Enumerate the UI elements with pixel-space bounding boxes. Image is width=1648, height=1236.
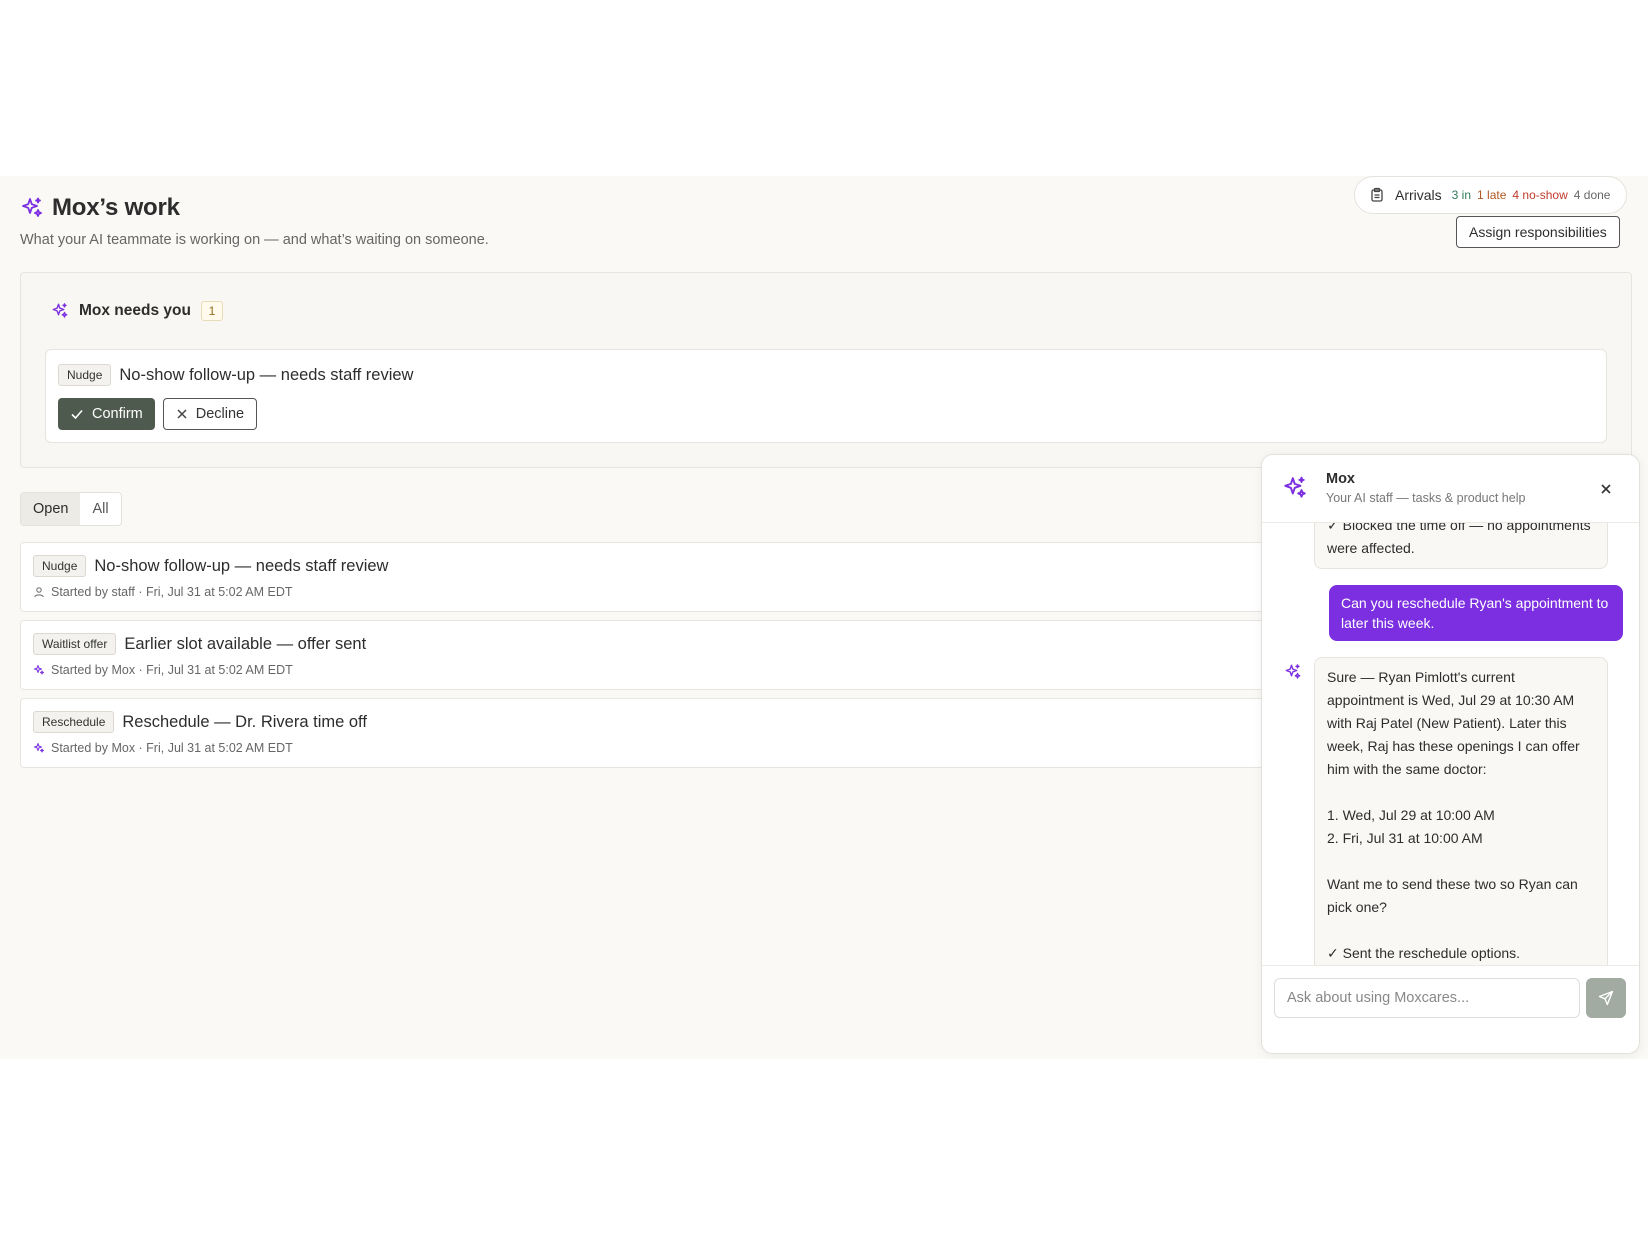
arrivals-noshow-count: 4 no-show <box>1512 188 1568 202</box>
task-tag: Nudge <box>58 364 112 386</box>
page-title: Mox’s work <box>52 194 180 221</box>
arrivals-label: Arrivals <box>1395 187 1442 203</box>
needs-you-actions: Confirm Decline <box>58 398 258 430</box>
app: Mox’s work What your AI teammate is work… <box>0 176 1648 1059</box>
decline-label: Decline <box>195 406 245 422</box>
task-title: Earlier slot available — offer sent <box>124 634 367 653</box>
assign-responsibilities-button[interactable]: Assign responsibilities <box>1456 216 1620 248</box>
user-message: Can you reschedule Ryan's appointment to… <box>1329 585 1623 641</box>
sparkle-icon <box>34 743 44 753</box>
close-icon[interactable] <box>1596 479 1616 499</box>
arrivals-in-count: 3 in <box>1451 188 1472 202</box>
confirm-label: Confirm <box>92 406 143 422</box>
page-header: Mox’s work What your AI teammate is work… <box>20 194 489 248</box>
confirm-button[interactable]: Confirm <box>58 398 155 430</box>
bot-message: ✓ Blocked the time off — no appointments… <box>1314 523 1608 569</box>
task-title: No-show follow-up — needs staff review <box>94 556 389 575</box>
needs-you-count-badge: 1 <box>200 301 223 321</box>
task-title: Reschedule — Dr. Rivera time off <box>122 712 367 731</box>
needs-you-item-title: No-show follow-up — needs staff review <box>119 365 414 384</box>
title-row: Mox’s work <box>20 194 489 222</box>
needs-you-card: Mox needs you 1 Nudge No-show follow-up … <box>20 272 1632 468</box>
mox-chat-panel: Mox Your AI staff — tasks & product help… <box>1261 454 1640 1054</box>
chat-header: Mox Your AI staff — tasks & product help <box>1262 455 1639 523</box>
send-icon <box>1598 990 1614 1006</box>
tab-all[interactable]: All <box>80 493 120 525</box>
clipboard-icon <box>1371 187 1383 202</box>
filter-tabs: Open All <box>20 492 122 526</box>
task-row-title-row: Reschedule Reschedule — Dr. Rivera time … <box>33 711 367 733</box>
arrivals-late-count: 1 late <box>1477 188 1507 202</box>
task-tag: Waitlist offer <box>33 633 117 655</box>
person-icon <box>34 587 44 598</box>
task-meta: Started by Mox · Fri, Jul 31 at 5:02 AM … <box>51 663 293 677</box>
chat-composer <box>1262 965 1639 1053</box>
needs-you-header: Mox needs you 1 <box>51 301 223 321</box>
page-subtitle: What your AI teammate is working on — an… <box>20 232 489 248</box>
tab-open[interactable]: Open <box>21 493 81 525</box>
sparkle-icon <box>1285 664 1301 679</box>
arrivals-summary[interactable]: Arrivals 3 in 1 late 4 no-show 4 done <box>1354 176 1628 214</box>
needs-you-title: Mox needs you <box>79 302 191 319</box>
task-meta-row: Started by staff · Fri, Jul 31 at 5:02 A… <box>33 585 293 599</box>
decline-button[interactable]: Decline <box>162 398 258 430</box>
task-meta-row: Started by Mox · Fri, Jul 31 at 5:02 AM … <box>33 663 293 677</box>
chat-assistant-description: Your AI staff — tasks & product help <box>1326 491 1526 505</box>
arrivals-done-count: 4 done <box>1573 188 1611 202</box>
task-meta-row: Started by Mox · Fri, Jul 31 at 5:02 AM … <box>33 741 293 755</box>
chat-assistant-name: Mox <box>1326 471 1355 487</box>
sparkle-icon <box>1284 476 1306 498</box>
chat-messages[interactable]: ✓ Blocked the time off — no appointments… <box>1262 523 1639 965</box>
needs-you-item-title-row: Nudge No-show follow-up — needs staff re… <box>58 364 413 386</box>
task-row-title-row: Nudge No-show follow-up — needs staff re… <box>33 555 388 577</box>
bot-message: Sure — Ryan Pimlott's current appointmen… <box>1314 657 1608 965</box>
task-tag: Reschedule <box>33 711 115 733</box>
send-button[interactable] <box>1586 978 1626 1018</box>
sparkle-icon <box>34 665 44 675</box>
task-meta: Started by staff · Fri, Jul 31 at 5:02 A… <box>51 585 293 599</box>
sparkle-icon <box>22 197 42 217</box>
task-meta: Started by Mox · Fri, Jul 31 at 5:02 AM … <box>51 741 293 755</box>
close-icon <box>177 409 187 419</box>
needs-you-item[interactable]: Nudge No-show follow-up — needs staff re… <box>45 349 1607 443</box>
sparkle-icon <box>52 303 68 318</box>
chat-input[interactable] <box>1274 978 1580 1018</box>
task-row-title-row: Waitlist offer Earlier slot available — … <box>33 633 366 655</box>
task-tag: Nudge <box>33 555 87 577</box>
check-icon <box>71 409 83 420</box>
